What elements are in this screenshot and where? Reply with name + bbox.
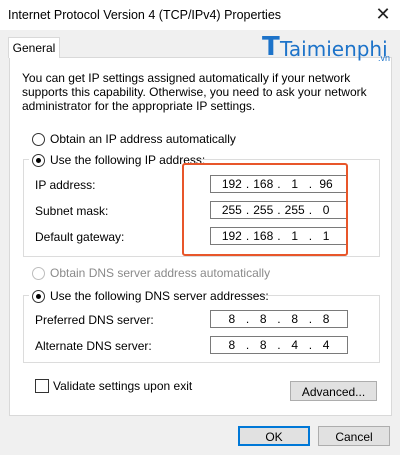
- alternate-dns-label: Alternate DNS server:: [35, 339, 152, 353]
- intro-text: You can get IP settings assigned automat…: [22, 71, 367, 113]
- window-title: Internet Protocol Version 4 (TCP/IPv4) P…: [8, 8, 282, 22]
- ip-octet: 8: [228, 338, 236, 352]
- ip-octet: 4: [322, 338, 330, 352]
- taimienphi-logo: T Taimienphi .vn: [262, 32, 400, 66]
- obtain-ip-auto-radio[interactable]: [32, 133, 45, 146]
- ip-octet: 8: [259, 312, 267, 326]
- ip-octet: 8: [228, 312, 236, 326]
- logo-mark-icon: T: [262, 32, 280, 62]
- title-bar: Internet Protocol Version 4 (TCP/IPv4) P…: [0, 0, 400, 30]
- subnet-mask-label: Subnet mask:: [35, 204, 109, 218]
- preferred-dns-label: Preferred DNS server:: [35, 313, 154, 327]
- validate-settings-label[interactable]: Validate settings upon exit: [53, 379, 192, 393]
- obtain-dns-auto-label: Obtain DNS server address automatically: [50, 266, 271, 280]
- ok-button[interactable]: OK: [238, 426, 310, 446]
- ip-octet: 8: [291, 312, 298, 326]
- tab-general[interactable]: General: [8, 37, 60, 58]
- ip-octet: 8: [259, 338, 267, 352]
- logo-tld-text: .vn: [378, 53, 391, 63]
- use-following-dns-label[interactable]: Use the following DNS server addresses:: [50, 289, 269, 303]
- cancel-button[interactable]: Cancel: [318, 426, 390, 446]
- alternate-dns-field[interactable]: 8. 8. 4. 4: [210, 336, 348, 354]
- validate-settings-checkbox[interactable]: [35, 379, 49, 393]
- obtain-ip-auto-label[interactable]: Obtain an IP address automatically: [50, 132, 236, 146]
- ip-octet: 8: [322, 312, 330, 326]
- use-following-dns-radio[interactable]: [32, 290, 45, 303]
- preferred-dns-field[interactable]: 8. 8. 8. 8: [210, 310, 348, 328]
- use-following-ip-radio[interactable]: [32, 154, 45, 167]
- ip-octet: 4: [291, 338, 298, 352]
- logo-brand-text: Taimienphi: [280, 37, 388, 61]
- ip-address-label: IP address:: [35, 178, 96, 192]
- obtain-dns-auto-radio: [32, 267, 45, 280]
- highlight-box: [182, 163, 348, 256]
- advanced-button[interactable]: Advanced...: [290, 381, 377, 401]
- default-gateway-label: Default gateway:: [35, 230, 125, 244]
- close-icon[interactable]: ✕: [372, 2, 394, 26]
